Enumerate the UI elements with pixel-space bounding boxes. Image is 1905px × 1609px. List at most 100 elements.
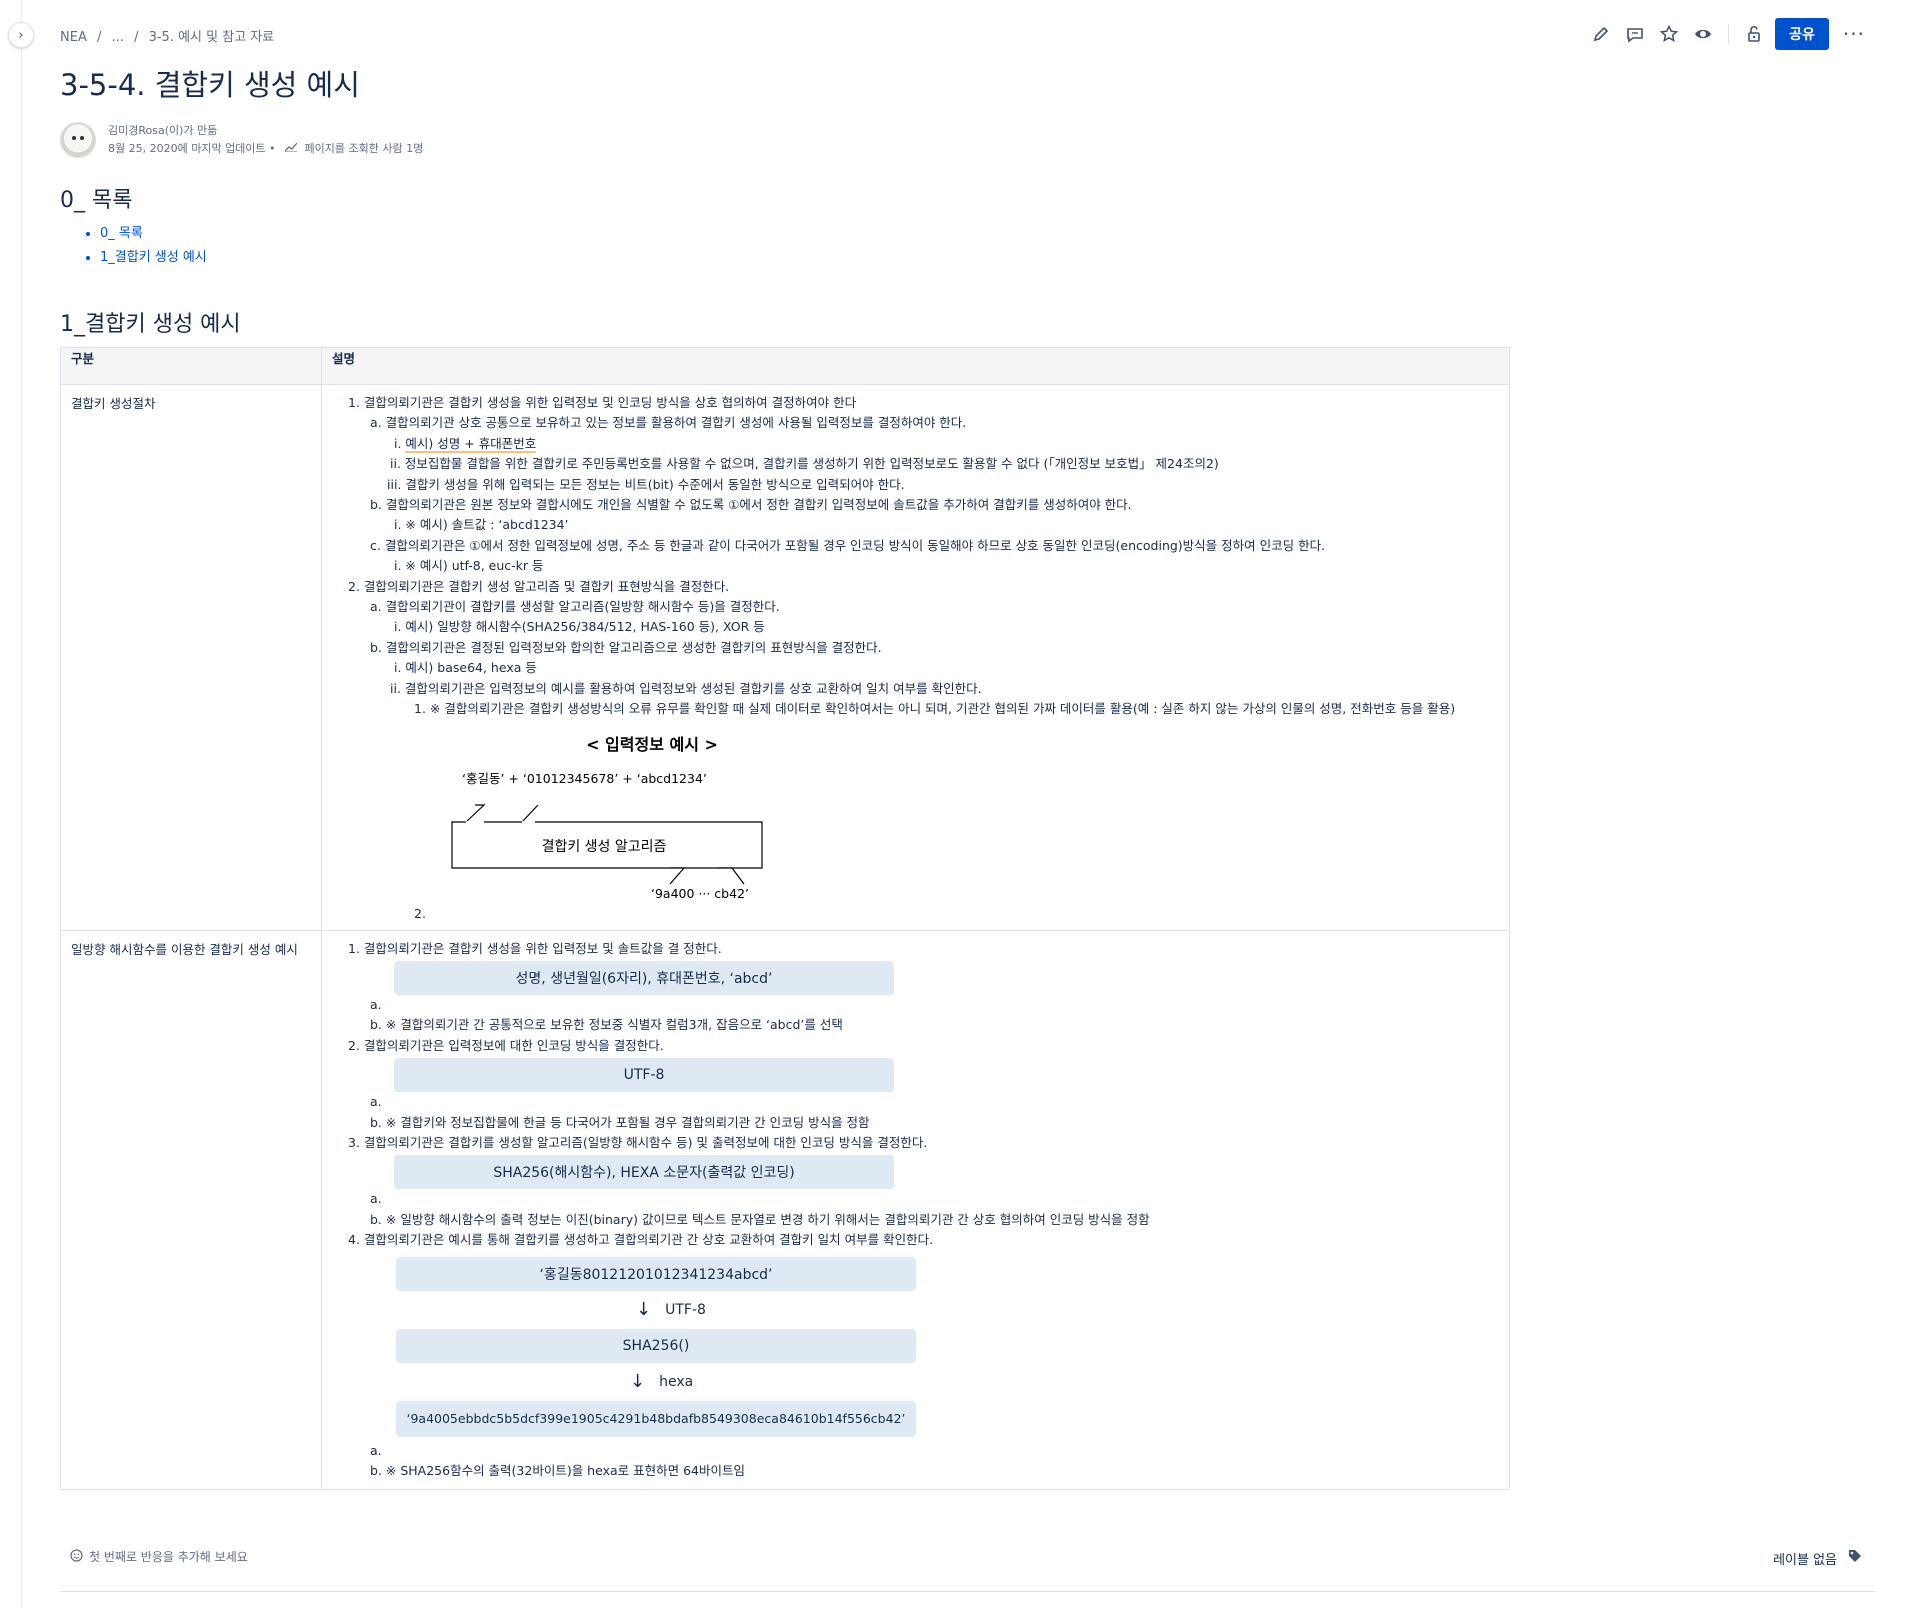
- flow-representation-label: hexa: [659, 1373, 694, 1390]
- analytics-icon: [284, 142, 301, 155]
- content-table: 구분 설명 결합키 생성절차 1. 결합의뢰기관은 결합키 생성을 위한 입력정…: [60, 347, 1510, 1491]
- label-tag-icon[interactable]: [1847, 1548, 1863, 1568]
- toc-link[interactable]: 1_결합키 생성 예시: [100, 250, 207, 265]
- reaction-prompt[interactable]: 첫 번째로 반응을 추가해 보세요: [70, 1548, 248, 1565]
- add-reaction-icon: [70, 1548, 83, 1565]
- callout-pointer: [520, 804, 539, 823]
- breadcrumb-sep: /: [134, 30, 139, 45]
- flow-arrow: ↓ hexa: [396, 1363, 916, 1401]
- arrow-down-icon: ↓: [630, 1371, 646, 1393]
- list-marker: a.: [370, 1442, 382, 1458]
- more-actions-icon[interactable]: ···: [1843, 22, 1865, 46]
- table-row: 일방향 해시함수를 이용한 결합키 생성 예시 1. 결합의뢰기관은 결합키 생…: [60, 929, 1510, 1491]
- list-item: 2. 결합의뢰기관은 입력정보에 대한 인코딩 방식을 결정한다.: [348, 1037, 664, 1053]
- callout-pointer: [465, 803, 486, 822]
- list-item: iii. 결합키 생성을 위해 입력되는 모든 정보는 비트(bit) 수준에서…: [387, 476, 905, 492]
- list-item: ii. 결합의뢰기관은 입력정보의 예시를 활용하여 입력정보와 생성된 결합키…: [390, 680, 982, 696]
- hash-flow: ‘홍길동80121201012341234abcd’ ↓ UTF-8 SHA25…: [396, 1256, 916, 1437]
- chevron-right-icon: ›: [18, 27, 24, 43]
- flow-arrow: ↓ UTF-8: [396, 1291, 916, 1329]
- example-box: 성명, 생년월일(6자리), 휴대폰번호, ‘abcd’: [394, 960, 894, 995]
- list-item: a. 결합의뢰기관이 결합키를 생성할 알고리즘(일방향 해시함수 등)을 결정…: [370, 599, 780, 615]
- list-item: i. 예시) base64, hexa 등: [394, 660, 537, 676]
- example-box: SHA256(해시함수), HEXA 소문자(출력값 인코딩): [394, 1155, 894, 1190]
- list-item: c. 결합의뢰기관은 ①에서 정한 입력정보에 성명, 주소 등 한글과 같이 …: [370, 537, 1326, 553]
- diagram-title: < 입력정보 예시 >: [586, 735, 718, 754]
- row-label: 결합키 생성절차: [60, 384, 322, 931]
- list-item: b. ※ 일방향 해시함수의 출력 정보는 이진(binary) 값이므로 텍스…: [370, 1211, 1150, 1227]
- list-item: b. ※ 결합의뢰기관 간 공통적으로 보유한 정보중 식별자 컬럼3개, 잡음…: [370, 1017, 843, 1033]
- row-content: 1. 결합의뢰기관은 결합키 생성을 위한 입력정보 및 인코딩 방식을 상호 …: [321, 384, 1510, 931]
- toc-heading: 0_ 목록: [60, 188, 133, 213]
- list-item: 1. ※ 결합의뢰기관은 결합키 생성방식의 오류 유무를 확인할 때 실제 데…: [414, 701, 1456, 717]
- callout-pointer: [718, 866, 745, 884]
- example-box: UTF-8: [394, 1058, 894, 1093]
- list-item: i. ※ 예시) 솔트값 : ‘abcd1234’: [394, 517, 569, 533]
- byline-text: 김미경Rosa(이)가 만듦 8월 25, 2020에 마지막 업데이트 • 페…: [108, 122, 423, 158]
- list-item: 1. 결합의뢰기관은 결합키 생성을 위한 입력정보 및 인코딩 방식을 상호 …: [348, 395, 857, 410]
- arrow-down-icon: ↓: [636, 1299, 652, 1321]
- list-marker: a.: [370, 996, 382, 1012]
- list-item: 3. 결합의뢰기관은 결합키를 생성할 알고리즘(일방향 해시함수 등) 및 출…: [348, 1134, 928, 1150]
- unlock-icon[interactable]: [1741, 21, 1767, 47]
- list-item: b. ※ 결합키와 정보집합물에 한글 등 다국어가 포함될 경우 결합의뢰기관…: [370, 1114, 870, 1130]
- flow-function-box: SHA256(): [396, 1328, 916, 1363]
- page-title: 3-5-4. 결합키 생성 예시: [60, 68, 360, 102]
- callout-pointer: [669, 866, 686, 884]
- list-item: b. ※ SHA256함수의 출력(32바이트)을 hexa로 표현하면 64바…: [370, 1462, 745, 1478]
- reaction-label: 첫 번째로 반응을 추가해 보세요: [89, 1550, 248, 1564]
- no-labels-text: 레이블 없음: [1773, 1552, 1837, 1568]
- breadcrumb: NEA / ... / 3-5. 예시 및 참고 자료: [60, 26, 280, 45]
- list-item: ii. 정보집합물 결합을 위한 결합키로 주민등록번호를 사용할 수 없으며,…: [390, 456, 1219, 472]
- comment-icon[interactable]: [1622, 21, 1648, 47]
- list-marker: 2.: [414, 906, 426, 921]
- avatar[interactable]: [60, 122, 96, 158]
- table-row: 결합키 생성절차 1. 결합의뢰기관은 결합키 생성을 위한 입력정보 및 인코…: [60, 384, 1510, 931]
- edit-icon[interactable]: [1588, 21, 1614, 47]
- table-header-cell: 구분: [60, 347, 322, 385]
- breadcrumb-sep: /: [96, 30, 102, 45]
- table-header-cell: 설명: [321, 347, 1510, 385]
- toc-link[interactable]: 0_ 목록: [100, 226, 143, 241]
- toc-item: 0_ 목록: [100, 222, 207, 246]
- list-item: i. 예시) 일방향 해시함수(SHA256/384/512, HAS-160 …: [394, 619, 765, 635]
- table-header-row: 구분 설명: [60, 347, 1510, 385]
- flow-input-box: ‘홍길동80121201012341234abcd’: [396, 1256, 916, 1291]
- expand-sidebar-button[interactable]: ›: [8, 22, 34, 48]
- breadcrumb-ellipsis[interactable]: ...: [112, 30, 124, 45]
- highlighted-text: 예시) 성명 + 휴대폰번호: [405, 435, 537, 453]
- section-heading: 1_결합키 생성 예시: [60, 312, 241, 337]
- footer-divider: [60, 1591, 1875, 1592]
- diagram-output: ‘9a400 ··· cb42’: [651, 886, 749, 901]
- list-item: 1. 결합의뢰기관은 결합키 생성을 위한 입력정보 및 솔트값을 결 정한다.: [348, 940, 722, 956]
- breadcrumb-parent[interactable]: 3-5. 예시 및 참고 자료: [149, 30, 275, 45]
- breadcrumb-space[interactable]: NEA: [60, 30, 87, 45]
- list-marker: a.: [370, 1191, 382, 1207]
- page-toolbar: 공유 ···: [1588, 18, 1865, 50]
- list-marker: i.: [394, 435, 406, 451]
- share-button[interactable]: 공유: [1775, 18, 1829, 50]
- author-line[interactable]: 김미경Rosa(이)가 만듦: [108, 122, 423, 140]
- byline: 김미경Rosa(이)가 만듦 8월 25, 2020에 마지막 업데이트 • 페…: [60, 122, 423, 158]
- list-item: a. 결합의뢰기관 상호 공통으로 보유하고 있는 정보를 활용하여 결합키 생…: [370, 415, 967, 431]
- diagram-algo-label: 결합키 생성 알고리즘: [542, 839, 667, 855]
- sidebar-strip: [0, 0, 22, 1609]
- diagram-svg: < 입력정보 예시 > ‘홍길동’ + ‘01012345678’ + ‘abc…: [414, 735, 763, 921]
- views-line[interactable]: 페이지를 조회한 사람 1명: [305, 142, 424, 155]
- row-label: 일방향 해시함수를 이용한 결합키 생성 예시: [60, 929, 322, 1491]
- list-item: 2. 결합의뢰기관은 결합키 생성 알고리즘 및 결합키 표현방식을 결정한다.: [348, 578, 730, 594]
- toc-item: 1_결합키 생성 예시: [100, 246, 207, 270]
- star-icon[interactable]: [1656, 21, 1682, 47]
- toc-list: 0_ 목록 1_결합키 생성 예시: [60, 222, 207, 270]
- diagram-input: ‘홍길동’ + ‘01012345678’ + ‘abcd1234’: [462, 771, 707, 786]
- list-item: 4. 결합의뢰기관은 예시를 통해 결합키를 생성하고 결합의뢰기관 간 상호 …: [348, 1232, 934, 1248]
- flow-output-box: ‘9a4005ebbdc5b5dcf399e1905c4291b48bdafb8…: [396, 1400, 916, 1437]
- list-item: i. ※ 예시) utf-8, euc-kr 등: [394, 558, 544, 574]
- list-item: b. 결합의뢰기관은 결정된 입력정보와 합의한 알고리즘으로 생성한 결합키의…: [370, 639, 882, 655]
- toolbar-divider: [1728, 24, 1730, 44]
- input-example-diagram: < 입력정보 예시 > ‘홍길동’ + ‘01012345678’ + ‘abc…: [332, 720, 1499, 922]
- watch-icon[interactable]: [1690, 21, 1716, 47]
- list-item: b. 결합의뢰기관은 원본 정보와 결합시에도 개인을 식별할 수 없도록 ①에…: [370, 497, 1132, 513]
- list-item: i. 예시) 성명 + 휴대폰번호: [332, 434, 1499, 454]
- updated-line[interactable]: 8월 25, 2020에 마지막 업데이트 •: [108, 142, 276, 155]
